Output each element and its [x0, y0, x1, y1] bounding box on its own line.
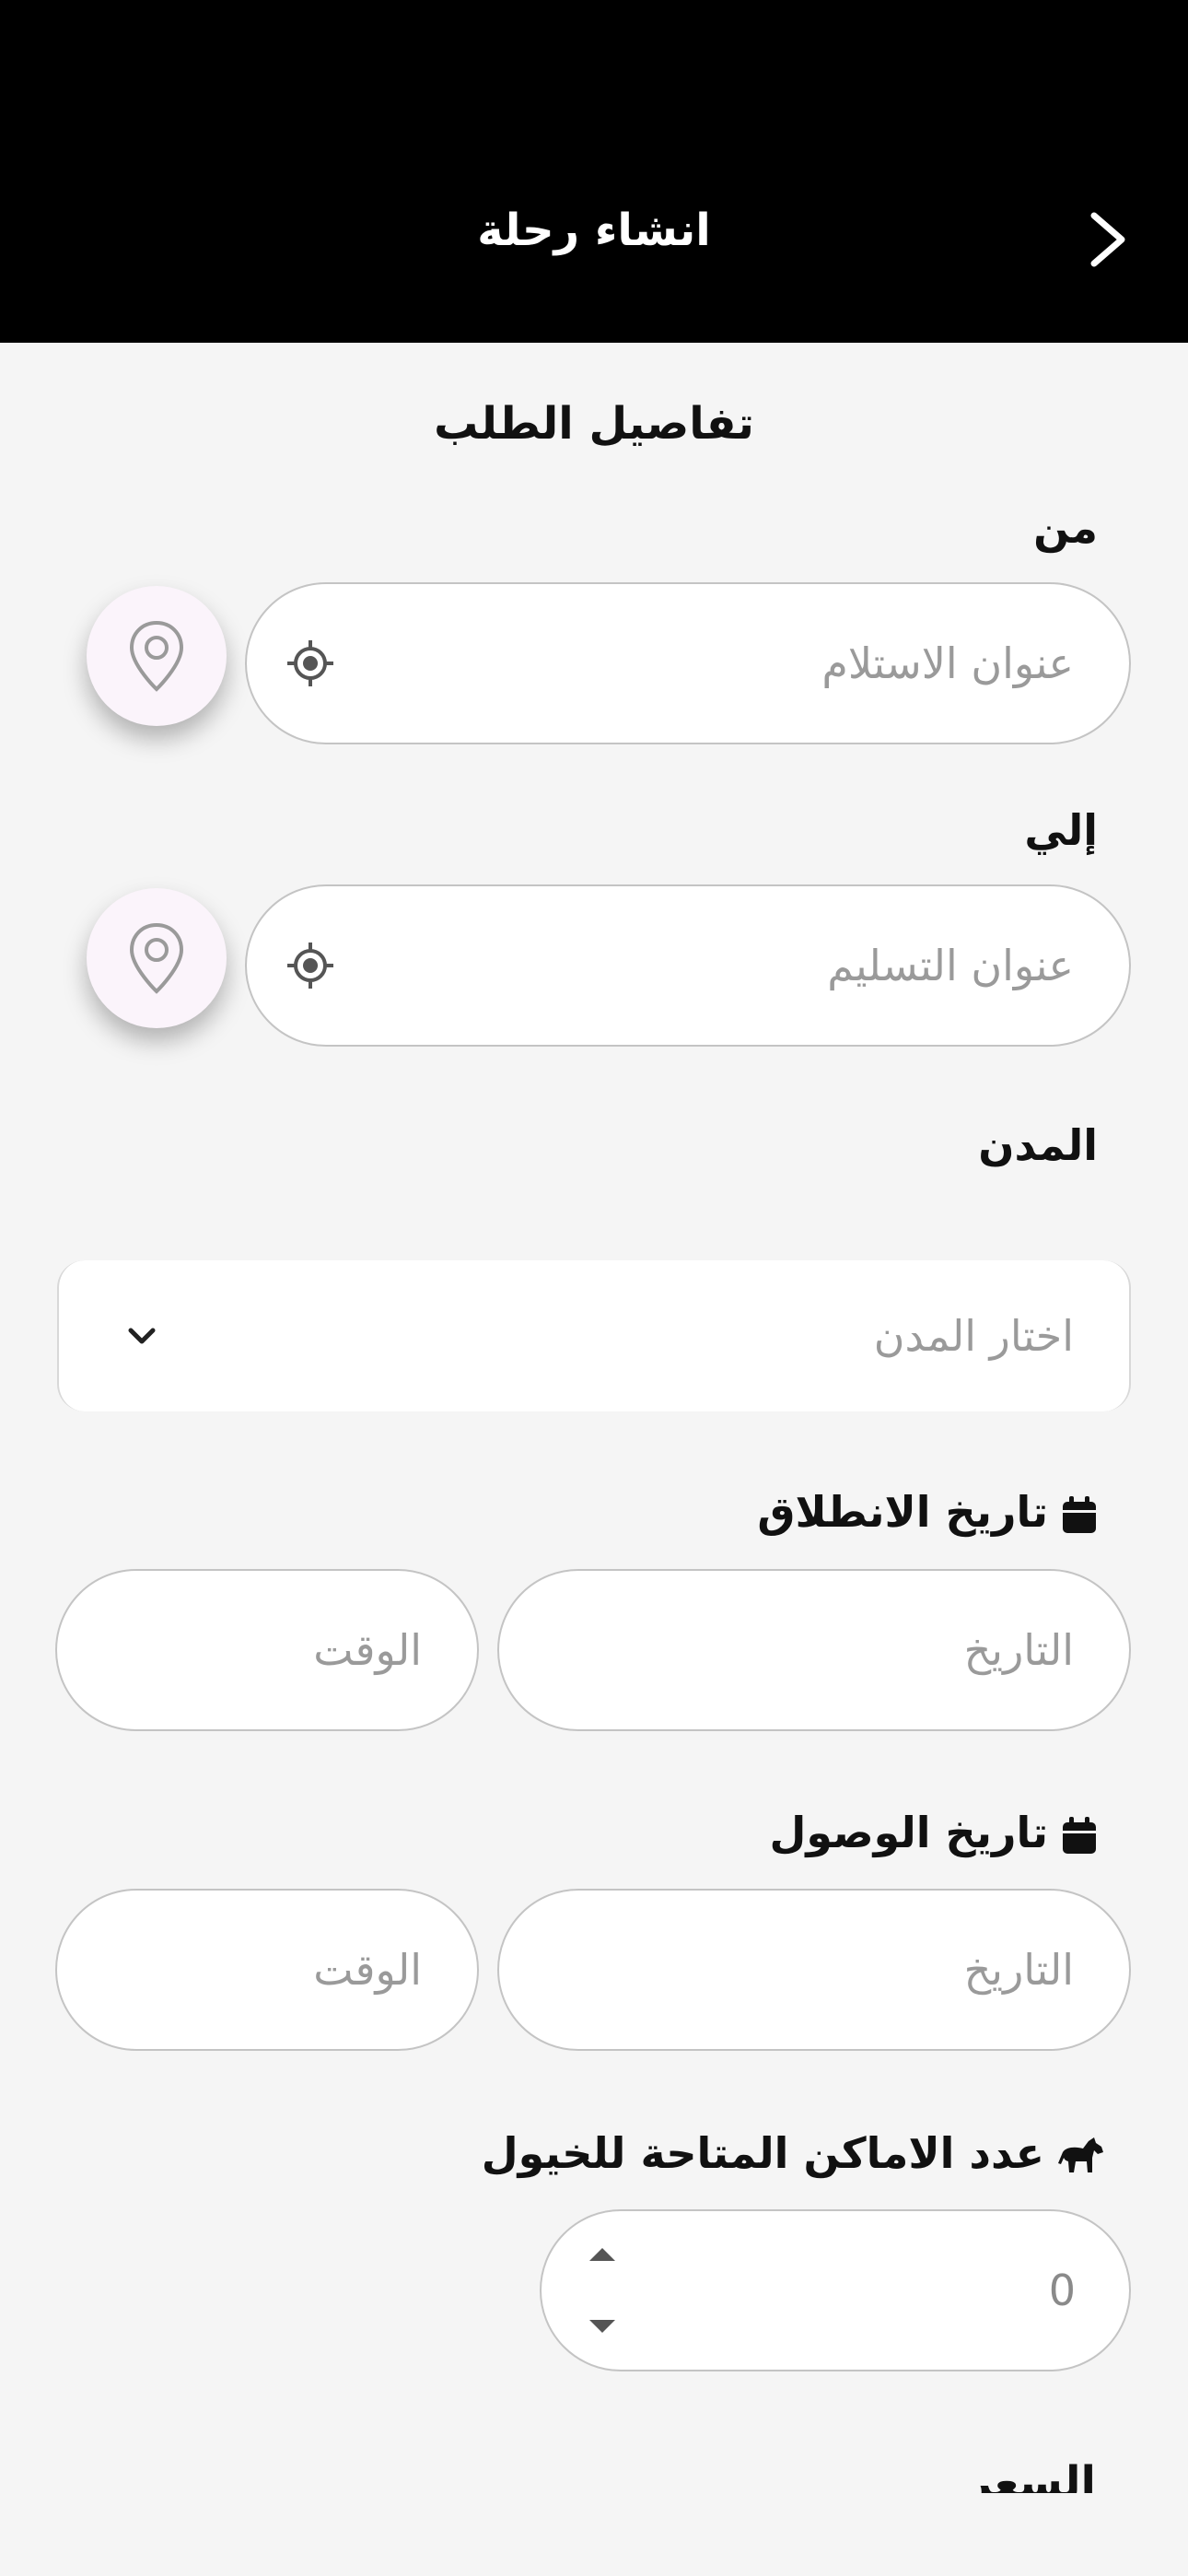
chevron-right-icon — [1090, 212, 1125, 267]
departure-time-placeholder: الوقت — [313, 1625, 422, 1675]
crosshair-icon[interactable] — [285, 941, 335, 990]
page-title: انشاء رحلة — [477, 205, 711, 256]
map-pin-icon — [129, 620, 184, 692]
arrival-date-input[interactable]: التاريخ — [497, 1889, 1131, 2051]
from-label: من — [1033, 503, 1098, 553]
horses-count-value: 0 — [1048, 2266, 1076, 2315]
departure-date-input[interactable]: التاريخ — [497, 1569, 1131, 1731]
map-pin-icon — [129, 922, 184, 994]
departure-label: تاريخ الانطلاق — [757, 1487, 1098, 1537]
stepper-arrows — [586, 2211, 623, 2370]
departure-label-text: تاريخ الانطلاق — [757, 1487, 1048, 1537]
crosshair-icon[interactable] — [285, 638, 335, 688]
departure-time-input[interactable]: الوقت — [55, 1569, 479, 1731]
cities-label: المدن — [978, 1120, 1098, 1170]
delivery-address-input[interactable]: عنوان التسليم — [245, 884, 1131, 1047]
horses-count-stepper[interactable]: 0 — [540, 2209, 1131, 2371]
arrival-label: تاريخ الوصول — [769, 1808, 1098, 1857]
pickup-address-input[interactable]: عنوان الاستلام — [245, 582, 1131, 744]
cities-select[interactable]: اختار المدن — [57, 1260, 1131, 1411]
cities-select-placeholder: اختار المدن — [873, 1311, 1074, 1361]
app-header: انشاء رحلة — [0, 0, 1188, 343]
arrival-date-placeholder: التاريخ — [963, 1945, 1074, 1995]
back-button[interactable] — [1076, 203, 1142, 276]
delivery-map-button[interactable] — [87, 888, 227, 1028]
chevron-down-icon — [128, 1328, 156, 1344]
departure-date-placeholder: التاريخ — [963, 1625, 1074, 1675]
arrival-time-input[interactable]: الوقت — [55, 1889, 479, 2051]
pickup-address-placeholder: عنوان الاستلام — [821, 638, 1074, 688]
delivery-address-placeholder: عنوان التسليم — [827, 941, 1074, 990]
arrival-time-placeholder: الوقت — [313, 1945, 422, 1995]
price-label: السعر — [966, 2457, 1096, 2493]
pickup-map-button[interactable] — [87, 586, 227, 726]
arrival-label-text: تاريخ الوصول — [769, 1808, 1048, 1857]
horse-icon — [1058, 2137, 1103, 2172]
caret-up-icon[interactable] — [586, 2242, 619, 2265]
calendar-icon — [1063, 1495, 1096, 1533]
horses-label: عدد الاماكن المتاحة للخيول — [482, 2128, 1105, 2178]
to-label: إلي — [1024, 805, 1098, 855]
horses-label-text: عدد الاماكن المتاحة للخيول — [481, 2128, 1044, 2178]
caret-down-icon[interactable] — [586, 2316, 619, 2338]
section-title: تفاصيل الطلب — [434, 398, 754, 450]
calendar-icon — [1063, 1816, 1096, 1854]
